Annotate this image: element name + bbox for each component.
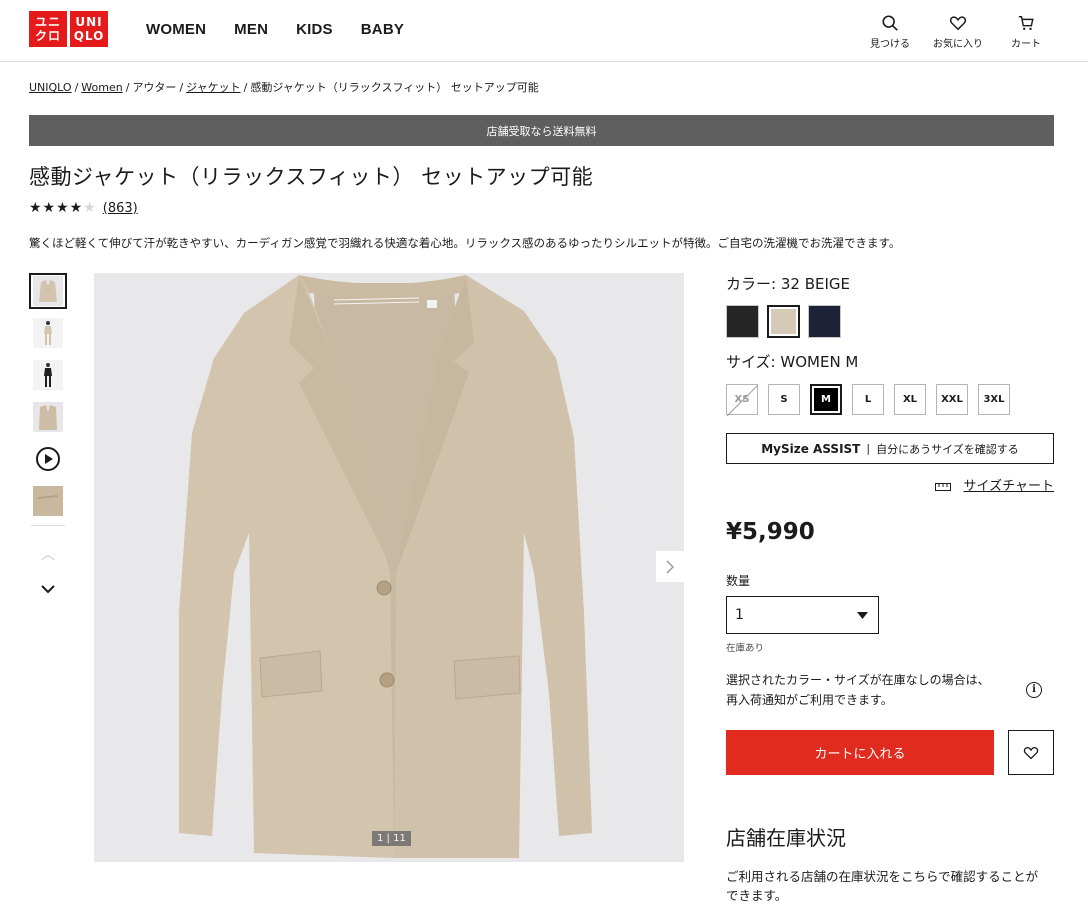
product-rating[interactable]: ★★★★★ (863)	[29, 200, 138, 216]
product-price: ¥5,990	[726, 519, 815, 545]
heart-icon	[949, 16, 967, 31]
size-m-button[interactable]: M	[810, 384, 842, 415]
size-value: WOMEN M	[780, 353, 859, 371]
thumbnail-3[interactable]	[29, 357, 67, 393]
thumbnail-2[interactable]	[29, 315, 67, 351]
size-l-button[interactable]: L	[852, 384, 884, 415]
breadcrumb-outer: アウター	[132, 81, 177, 94]
restock-notice: 選択されたカラー・サイズが在庫なしの場合は、 再入荷通知がご利用できます。 i	[726, 670, 1054, 710]
jacket-image	[179, 275, 592, 858]
product-options-panel: カラー: 32 BEIGE サイズ: WOMEN M XS S M L XL X…	[726, 273, 1054, 905]
logo-block-latin: UNI QLO	[70, 11, 108, 47]
size-label-row: サイズ: WOMEN M	[726, 351, 1054, 372]
quantity-label: 数量	[726, 574, 751, 588]
color-swatch-beige[interactable]	[767, 305, 800, 338]
breadcrumb-home[interactable]: UNIQLO	[29, 81, 72, 94]
rating-stars: ★★★★★	[29, 200, 97, 216]
stock-status: 在庫あり	[726, 643, 765, 654]
image-counter: 1 | 11	[372, 831, 411, 846]
breadcrumb-jacket[interactable]: ジャケット	[186, 81, 240, 94]
add-to-favorites-button[interactable]	[1008, 730, 1054, 775]
mysize-assist-button[interactable]: MySize ASSIST | 自分にあうサイズを確認する	[726, 433, 1054, 464]
size-chart-link[interactable]: サイズチャート	[726, 475, 1054, 494]
header-actions: 見つける お気に入り カート	[864, 14, 1052, 50]
breadcrumb-women[interactable]: Women	[81, 81, 122, 94]
cart-button[interactable]: カート	[1000, 14, 1052, 50]
thumbnail-1[interactable]	[29, 273, 67, 309]
color-swatch-navy[interactable]	[808, 305, 841, 338]
nav-men[interactable]: MEN	[234, 21, 268, 38]
shipping-banner: 店舗受取なら送料無料	[29, 115, 1054, 146]
add-to-cart-button[interactable]: カートに入れる	[726, 730, 994, 775]
info-icon[interactable]: i	[1026, 682, 1042, 698]
uniqlo-logo[interactable]: ユニ クロ UNI QLO	[29, 11, 108, 47]
review-count-link[interactable]: (863)	[103, 201, 138, 216]
size-3xl-button[interactable]: 3XL	[978, 384, 1010, 415]
size-chart-label: サイズチャート	[963, 479, 1054, 494]
cart-icon	[1018, 15, 1034, 31]
thumbnail-divider	[31, 525, 65, 526]
store-stock-desc-line2: できます。	[726, 888, 788, 903]
quantity-value: 1	[735, 607, 744, 623]
cart-label: カート	[1011, 39, 1041, 50]
nav-women[interactable]: WOMEN	[146, 21, 206, 38]
search-button[interactable]: 見つける	[864, 14, 916, 50]
ruler-icon	[935, 482, 952, 491]
thumbnail-6[interactable]	[29, 483, 67, 519]
store-stock-desc-line1: ご利用される店舗の在庫状況をこちらで確認することが	[726, 869, 1039, 884]
main-nav: WOMEN MEN KIDS BABY	[146, 21, 432, 38]
store-stock-description: ご利用される店舗の在庫状況をこちらで確認することが できます。	[726, 867, 1054, 905]
size-xs-button[interactable]: XS	[726, 384, 759, 416]
play-icon	[36, 447, 60, 471]
favorites-button[interactable]: お気に入り	[932, 14, 984, 50]
product-title: 感動ジャケット（リラックスフィット） セットアップ可能	[29, 165, 594, 189]
color-label-row: カラー: 32 BEIGE	[726, 273, 1054, 294]
product-description: 驚くほど軽くて伸びて汗が乾きやすい、カーディガン感覚で羽織れる快適な着心地。リラ…	[29, 236, 901, 250]
nav-baby[interactable]: BABY	[361, 21, 404, 38]
color-label: カラー:	[726, 275, 777, 293]
image-next-button[interactable]	[656, 551, 684, 582]
thumbnail-4[interactable]	[29, 399, 67, 435]
favorites-label: お気に入り	[933, 39, 983, 50]
size-options: XS S M L XL XXL 3XL	[726, 384, 1054, 416]
chevron-right-icon	[666, 559, 674, 574]
search-label: 見つける	[870, 39, 910, 50]
color-swatch-black[interactable]	[726, 305, 759, 338]
thumbnail-down-chevron-icon[interactable]	[29, 582, 67, 598]
thumbnail-up-chevron-icon[interactable]: ︿	[29, 544, 67, 564]
product-main-image[interactable]	[94, 273, 684, 862]
breadcrumb-current: 感動ジャケット（リラックスフィット） セットアップ可能	[250, 81, 539, 94]
thumbnail-video[interactable]	[29, 441, 67, 477]
restock-notice-line1: 選択されたカラー・サイズが在庫なしの場合は、	[726, 673, 990, 687]
caret-down-icon	[857, 611, 868, 619]
color-value: 32 BEIGE	[780, 275, 850, 293]
restock-notice-line2: 再入荷通知がご利用できます。	[726, 693, 893, 707]
search-icon	[882, 15, 898, 31]
store-stock-title: 店舗在庫状況	[726, 826, 846, 850]
cart-actions: カートに入れる	[726, 730, 1054, 775]
color-swatches	[726, 305, 1054, 338]
size-label: サイズ:	[726, 353, 776, 371]
site-header: ユニ クロ UNI QLO WOMEN MEN KIDS BABY 見つける お…	[0, 0, 1088, 62]
mysize-brand: MySize ASSIST	[761, 441, 861, 456]
size-s-button[interactable]: S	[768, 384, 800, 415]
thumbnail-list: ︿	[29, 273, 69, 598]
quantity-select[interactable]: 1	[726, 596, 879, 634]
logo-block-katakana: ユニ クロ	[29, 11, 67, 47]
nav-kids[interactable]: KIDS	[296, 21, 333, 38]
size-xxl-button[interactable]: XXL	[936, 384, 968, 415]
shipping-banner-text: 店舗受取なら送料無料	[486, 124, 597, 138]
heart-icon	[1023, 747, 1039, 760]
breadcrumb: UNIQLO / Women / アウター / ジャケット / 感動ジャケット（リラックスフィッ…	[29, 81, 539, 94]
mysize-text: 自分にあうサイズを確認する	[876, 442, 1019, 456]
size-xl-button[interactable]: XL	[894, 384, 926, 415]
